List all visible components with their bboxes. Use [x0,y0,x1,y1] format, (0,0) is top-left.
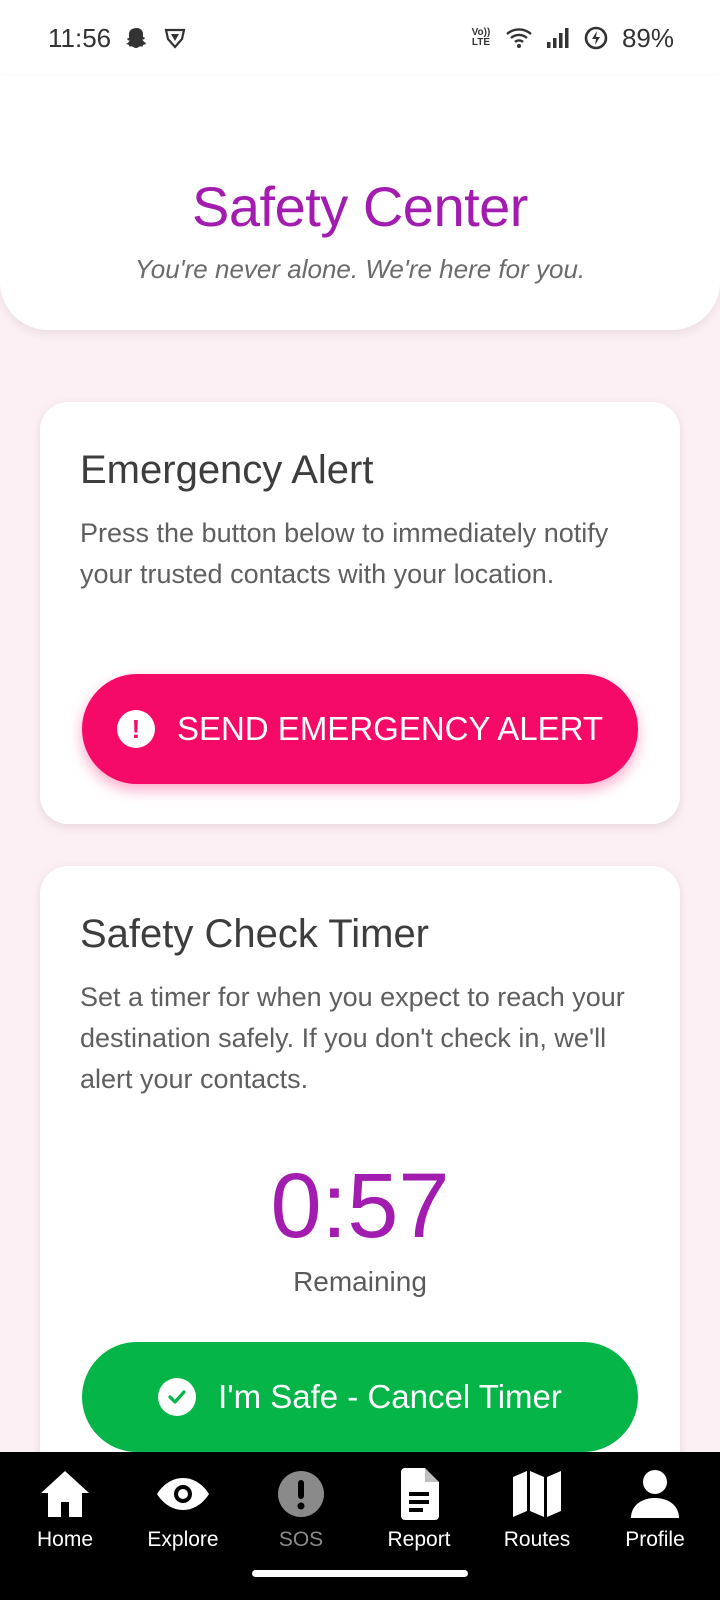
send-emergency-alert-button[interactable]: ! SEND EMERGENCY ALERT [82,674,638,784]
safety-center-screen: 11:56 Vo)) LTE 89% Safety Center You're [0,0,720,1600]
nav-home-label: Home [36,1528,94,1551]
send-emergency-alert-label: SEND EMERGENCY ALERT [176,710,604,747]
nav-routes-label: Routes [503,1528,571,1551]
timer-card-description: Set a timer for when you expect to reach… [80,982,625,1094]
page-title: Safety Center [192,175,528,238]
bottom-nav: Home Explore SOS Report Routes Profile [0,1452,720,1600]
nav-routes[interactable]: Routes [481,1466,593,1600]
nav-sos-label: SOS [278,1528,324,1551]
emergency-alert-card: Emergency Alert Press the button below t… [40,402,680,824]
timer-countdown: 0:57 [270,1155,450,1257]
user-icon [625,1466,685,1522]
nav-home[interactable]: Home [9,1466,121,1600]
nav-explore-label: Explore [147,1528,219,1551]
battery-percentage: 89% [621,22,674,53]
battery-saver-icon [584,26,608,50]
vpn-shield-icon [163,26,187,50]
nav-sos[interactable]: SOS [245,1466,357,1600]
signal-icon [546,27,570,49]
eye-icon [153,1466,213,1522]
exclamation-circle-icon: ! [116,710,155,748]
volte-icon: Vo)) LTE [471,27,491,48]
nav-profile-label: Profile [625,1528,685,1551]
page-subtitle: You're never alone. We're here for you. [134,254,586,284]
wifi-icon [506,27,532,49]
emergency-alert-title: Emergency Alert [80,448,374,492]
snapchat-icon [125,26,149,50]
nav-report-label: Report [387,1528,451,1551]
cancel-timer-label: I'm Safe - Cancel Timer [218,1378,562,1415]
header: Safety Center You're never alone. We're … [0,76,720,330]
check-circle-icon [158,1378,197,1416]
emergency-alert-description: Press the button below to immediately no… [80,518,609,589]
nav-report[interactable]: Report [363,1466,475,1600]
home-indicator[interactable] [252,1570,468,1577]
status-left: 11:56 [48,23,187,54]
document-icon [389,1466,449,1522]
nav-profile[interactable]: Profile [599,1466,711,1600]
status-time: 11:56 [48,22,112,53]
cancel-timer-button[interactable]: I'm Safe - Cancel Timer [82,1342,638,1452]
map-icon [507,1466,567,1522]
timer-card-title: Safety Check Timer [80,912,430,956]
status-right: Vo)) LTE 89% [470,23,674,54]
exclamation-circle-icon [271,1466,331,1522]
nav-explore[interactable]: Explore [127,1466,239,1600]
status-bar: 11:56 Vo)) LTE 89% [0,0,720,76]
timer-remaining-label: Remaining [293,1266,427,1297]
home-icon [35,1466,95,1522]
